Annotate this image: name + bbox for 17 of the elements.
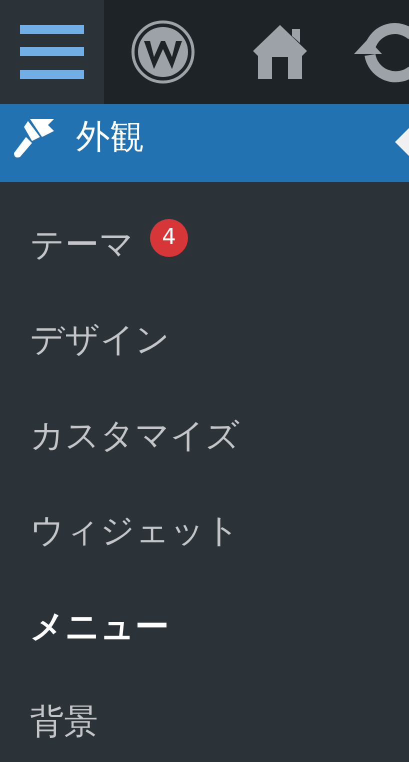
appearance-menu-item[interactable]: 外観 — [12, 114, 144, 160]
refresh-button[interactable] — [354, 21, 409, 83]
menu-icon — [20, 24, 84, 80]
refresh-icon — [354, 21, 409, 83]
logo-icon — [130, 19, 196, 85]
submenu-item[interactable]: カスタマイズ — [0, 388, 409, 484]
submenu-item[interactable]: ウィジェット — [0, 484, 409, 579]
count-badge: 4 — [150, 218, 188, 257]
logo-button[interactable] — [130, 19, 196, 85]
home-icon — [252, 23, 308, 81]
submenu-item[interactable]: テーマ 4 — [0, 197, 409, 292]
submenu-item[interactable]: デザイン — [0, 292, 409, 388]
home-button[interactable] — [252, 23, 308, 81]
menu-button[interactable] — [0, 0, 104, 104]
submenu-item[interactable]: 背景 — [0, 674, 409, 762]
current-indicator-icon — [395, 128, 409, 156]
submenu-item[interactable]: メニュー — [0, 579, 409, 674]
